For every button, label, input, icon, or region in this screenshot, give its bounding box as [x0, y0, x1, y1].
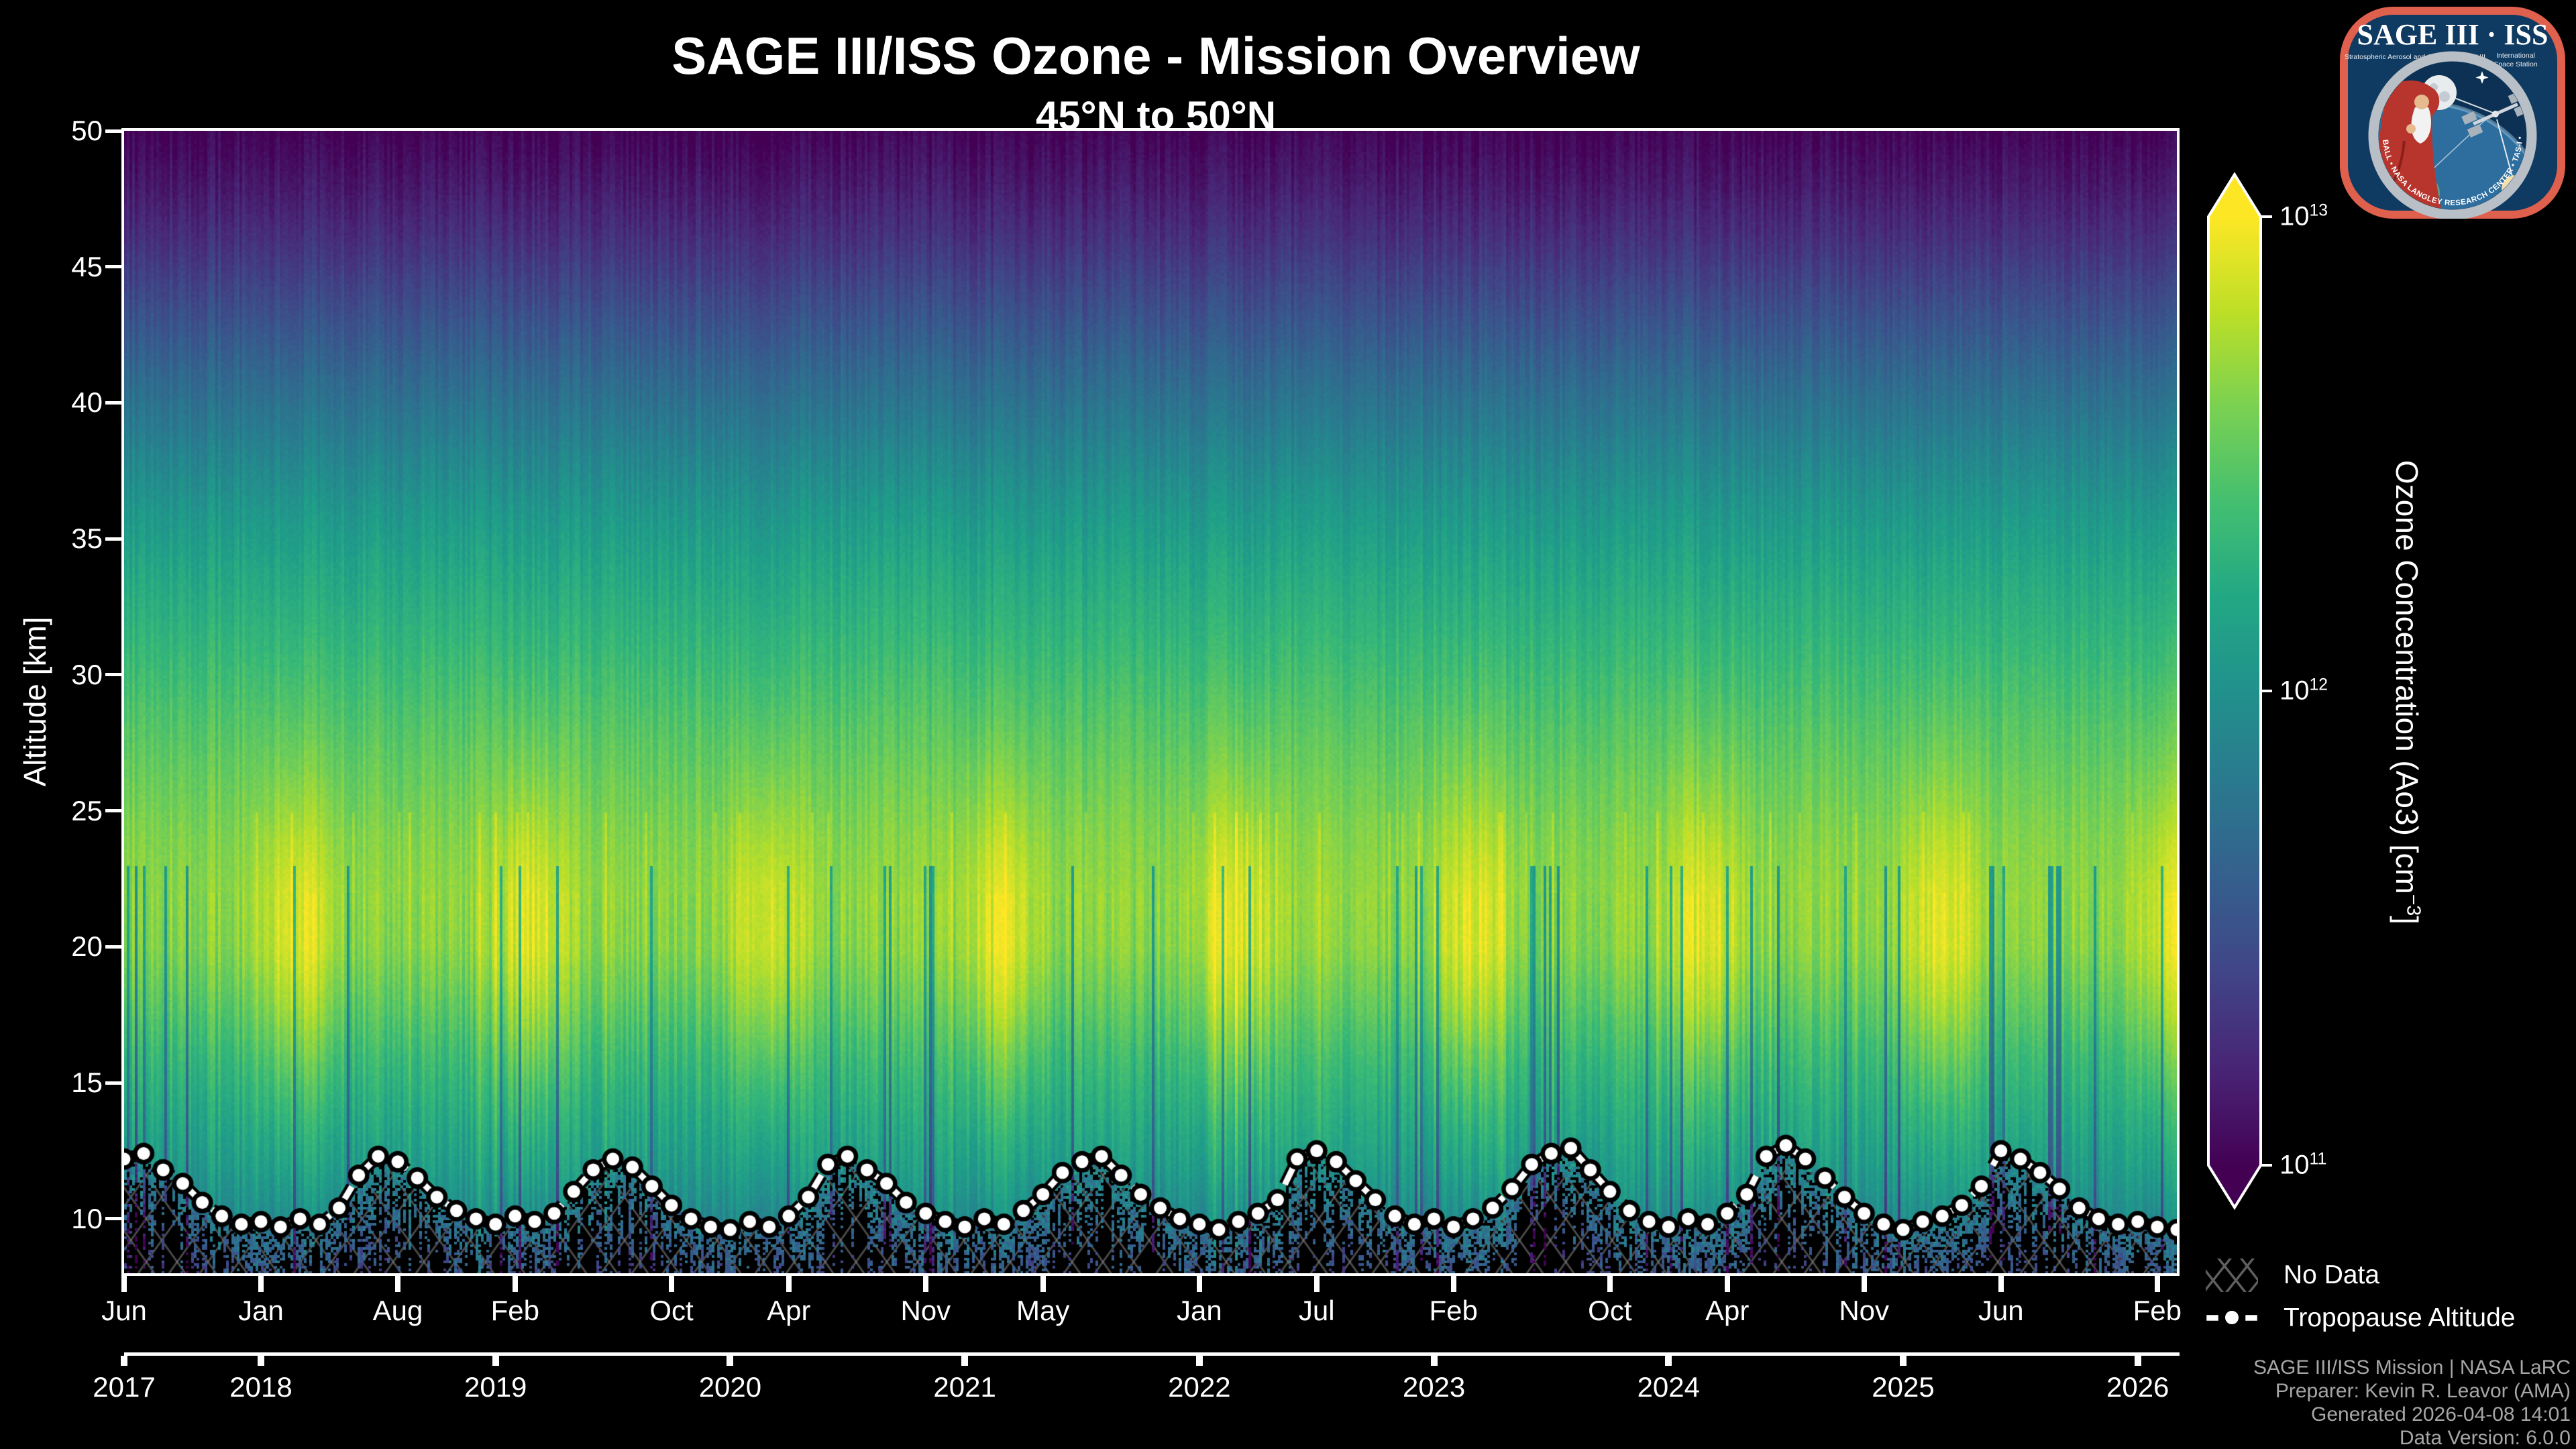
- year-tick-label: 2019: [464, 1371, 527, 1403]
- y-tick-mark: [105, 1217, 123, 1220]
- year-tick-label: 2018: [229, 1371, 292, 1403]
- month-tick-mark: [786, 1276, 792, 1292]
- attribution-line: Data Version: 6.0.0: [2253, 1426, 2571, 1449]
- y-tick-mark: [105, 401, 123, 405]
- y-tick-mark: [105, 1081, 123, 1085]
- year-tick-label: 2020: [699, 1371, 761, 1403]
- y-tick-label: 45: [5, 251, 103, 283]
- month-tick-mark: [923, 1276, 928, 1292]
- tropopause-line-icon: [2206, 1301, 2258, 1335]
- month-tick-label: Feb: [491, 1295, 539, 1327]
- y-tick-label: 30: [5, 659, 103, 691]
- year-tick-mark: [961, 1356, 968, 1366]
- month-tick-mark: [1607, 1276, 1613, 1292]
- year-tick-label: 2025: [1872, 1371, 1934, 1403]
- y-tick-mark: [105, 537, 123, 541]
- month-tick-label: Jan: [238, 1295, 284, 1327]
- y-tick-label: 35: [5, 523, 103, 555]
- month-tick-label: Oct: [1588, 1295, 1631, 1327]
- year-tick-mark: [492, 1356, 499, 1366]
- month-tick-mark: [1862, 1276, 1867, 1292]
- year-tick-label: 2021: [933, 1371, 996, 1403]
- month-tick-label: Apr: [767, 1295, 810, 1327]
- month-tick-mark: [1451, 1276, 1456, 1292]
- month-tick-label: Nov: [1839, 1295, 1889, 1327]
- year-tick-label: 2022: [1168, 1371, 1230, 1403]
- y-axis-label: Altitude [km]: [17, 616, 53, 786]
- y-tick-label: 40: [5, 386, 103, 419]
- month-tick-label: Nov: [900, 1295, 951, 1327]
- y-tick-label: 20: [5, 930, 103, 963]
- year-tick-label: 2024: [1638, 1371, 1700, 1403]
- y-tick-label: 25: [5, 795, 103, 827]
- attribution-line: SAGE III/ISS Mission | NASA LaRC: [2253, 1356, 2571, 1379]
- ozone-heatmap-canvas: [124, 131, 2177, 1273]
- y-tick-mark: [105, 673, 123, 676]
- attribution-line: Preparer: Kevin R. Leavor (AMA): [2253, 1379, 2571, 1403]
- legend-item-tropopause: Tropopause Altitude: [2206, 1301, 2515, 1335]
- month-tick-label: Aug: [373, 1295, 423, 1327]
- month-tick-label: Jan: [1177, 1295, 1222, 1327]
- month-tick-mark: [1314, 1276, 1320, 1292]
- sage-iii-iss-mission-patch-logo: SAGE III · ISS Stratospheric Aerosol and…: [2340, 7, 2565, 219]
- colorbar-label-text: Ozone Concentration (Ao3) [cm: [2390, 460, 2424, 894]
- month-tick-mark: [1197, 1276, 1202, 1292]
- year-tick-mark: [1900, 1356, 1907, 1366]
- month-tick-mark: [513, 1276, 518, 1292]
- year-tick-label: 2017: [93, 1371, 155, 1403]
- year-tick-mark: [258, 1356, 264, 1366]
- month-tick-label: Feb: [2133, 1295, 2182, 1327]
- y-tick-label: 10: [5, 1203, 103, 1235]
- month-tick-label: Apr: [1705, 1295, 1749, 1327]
- patch-subtitle-right-1: International: [2496, 52, 2535, 60]
- attribution-block: SAGE III/ISS Mission | NASA LaRC Prepare…: [2253, 1356, 2571, 1449]
- colorbar-gradient-bar: [2208, 174, 2261, 1208]
- month-tick-mark: [121, 1276, 127, 1292]
- month-tick-label: May: [1016, 1295, 1069, 1327]
- month-tick-label: Jun: [101, 1295, 147, 1327]
- year-tick-mark: [727, 1356, 733, 1366]
- patch-title: SAGE III · ISS: [2357, 18, 2548, 51]
- y-tick-label: 15: [5, 1067, 103, 1099]
- legend-label-tropopause: Tropopause Altitude: [2284, 1303, 2515, 1333]
- year-tick-label: 2023: [1403, 1371, 1465, 1403]
- month-tick-mark: [1998, 1276, 2004, 1292]
- colorbar-label-exponent: −3: [2402, 894, 2424, 916]
- colorbar: [2194, 158, 2288, 1231]
- y-tick-mark: [105, 809, 123, 812]
- year-tick-mark: [1431, 1356, 1438, 1366]
- year-axis-line: [124, 1352, 2180, 1356]
- no-data-hatch-icon: [2206, 1258, 2258, 1292]
- y-tick-mark: [105, 945, 123, 949]
- figure-root: SAGE III/ISS Ozone - Mission Overview 45…: [0, 0, 2576, 1449]
- colorbar-label-close: ]: [2390, 916, 2424, 924]
- month-tick-label: Jul: [1299, 1295, 1335, 1327]
- month-tick-label: Jun: [1978, 1295, 2024, 1327]
- year-tick-label: 2026: [2106, 1371, 2169, 1403]
- month-tick-label: Feb: [1430, 1295, 1478, 1327]
- y-tick-label: 50: [5, 115, 103, 147]
- colorbar-label: Ozone Concentration (Ao3) [cm−3]: [2389, 460, 2425, 924]
- month-tick-mark: [669, 1276, 674, 1292]
- month-tick-label: Oct: [649, 1295, 693, 1327]
- year-tick-mark: [1196, 1356, 1203, 1366]
- year-tick-mark: [2135, 1356, 2141, 1366]
- page-title: SAGE III/ISS Ozone - Mission Overview: [672, 25, 1640, 87]
- month-tick-mark: [258, 1276, 264, 1292]
- heatmap-plot-area: [124, 131, 2177, 1273]
- legend-label-no-data: No Data: [2284, 1260, 2379, 1290]
- month-tick-mark: [2155, 1276, 2160, 1292]
- year-tick-mark: [121, 1356, 127, 1366]
- y-tick-mark: [105, 265, 123, 268]
- month-tick-mark: [1040, 1276, 1046, 1292]
- legend-item-no-data: No Data: [2206, 1258, 2379, 1292]
- month-tick-mark: [395, 1276, 400, 1292]
- y-tick-mark: [105, 129, 123, 133]
- month-tick-mark: [1725, 1276, 1730, 1292]
- attribution-line: Generated 2026-04-08 14:01: [2253, 1403, 2571, 1426]
- year-tick-mark: [1665, 1356, 1672, 1366]
